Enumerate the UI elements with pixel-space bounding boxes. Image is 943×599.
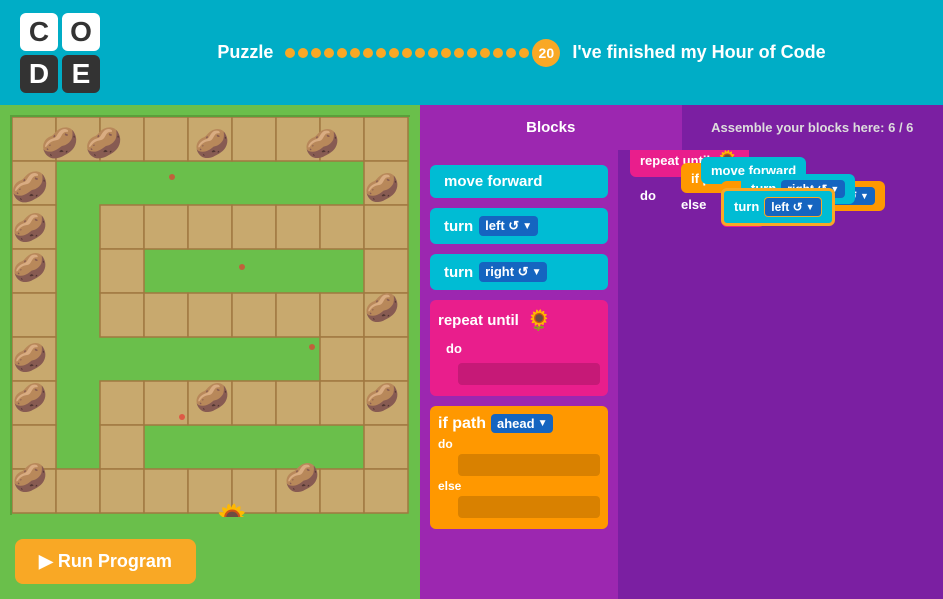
block-turn-right[interactable]: turn right ↺ ▼ — [430, 254, 608, 290]
block-slot — [458, 363, 600, 385]
asm-turn-left-block[interactable]: turn left ↺ ▼ — [721, 188, 835, 226]
logo-c: C — [20, 13, 58, 51]
asm-left-dropdown[interactable]: left ↺ ▼ — [764, 197, 821, 217]
if-do-label: do — [438, 437, 600, 451]
svg-text:🥔: 🥔 — [365, 381, 400, 414]
svg-text:🥔: 🥔 — [365, 291, 400, 324]
tab-assemble[interactable]: Assemble your blocks here: 6 / 6 — [682, 105, 943, 150]
asm-do-label: do — [640, 188, 675, 203]
run-program-button[interactable]: ▶ Run Program — [15, 539, 196, 584]
blocks-tabs: Blocks Assemble your blocks here: 6 / 6 — [420, 105, 943, 150]
svg-text:🌻: 🌻 — [212, 503, 252, 517]
svg-text:🥔: 🥔 — [365, 171, 400, 204]
block-turn-left[interactable]: turn left ↺ ▼ — [430, 208, 608, 244]
assembly-area: repeat until 🌻 do if path ahead — [620, 150, 943, 599]
block-move-forward[interactable]: move forward — [430, 165, 608, 198]
block-if-path[interactable]: if path ahead ▼ do else — [430, 406, 608, 529]
dropdown-arrow2: ▼ — [532, 267, 542, 278]
puzzle-dots: 20 — [285, 39, 560, 67]
if-slot — [458, 454, 600, 476]
svg-text:🥔: 🥔 — [195, 127, 230, 160]
logo-e: E — [62, 55, 100, 93]
palette: move forward turn left ↺ ▼ turn right ↺ … — [420, 150, 620, 599]
puzzle-bar: Puzzle 20 I've finished my Hour of Code — [120, 39, 923, 67]
tab-blocks[interactable]: Blocks — [420, 105, 682, 150]
svg-text:🥔: 🥔 — [13, 211, 48, 244]
else-slot — [458, 496, 600, 518]
svg-text:🥔: 🥔 — [305, 127, 340, 160]
main-content: 🥔 🥔 🥔 🥔 🥔 🥔 🥔 🥔 🥔 🥔 🥔 🥔 🥔 🥔 🥔 🌻 � — [0, 105, 943, 599]
maze-container: 🥔 🥔 🥔 🥔 🥔 🥔 🥔 🥔 🥔 🥔 🥔 🥔 🥔 🥔 🥔 🌻 � — [10, 115, 410, 515]
svg-text:🥔: 🥔 — [85, 125, 122, 160]
assembly-inner: repeat until 🌻 do if path ahead — [630, 160, 933, 227]
svg-text:🥔: 🥔 — [195, 381, 230, 414]
logo-o: O — [62, 13, 100, 51]
block-repeat-until[interactable]: repeat until 🌻 do — [430, 300, 608, 396]
logo-d: D — [20, 55, 58, 93]
svg-text:🥔: 🥔 — [13, 251, 48, 284]
dropdown-arrow7: ▼ — [806, 202, 815, 212]
game-area: 🥔 🥔 🥔 🥔 🥔 🥔 🥔 🥔 🥔 🥔 🥔 🥔 🥔 🥔 🥔 🌻 � — [0, 105, 420, 599]
repeat-until-header: repeat until 🌻 — [438, 308, 600, 333]
finished-text: I've finished my Hour of Code — [572, 42, 825, 63]
dropdown-arrow3: ▼ — [538, 418, 548, 429]
blocks-content: move forward turn left ↺ ▼ turn right ↺ … — [420, 150, 943, 599]
svg-text:🥔: 🥔 — [285, 461, 320, 494]
blocks-panel: Blocks Assemble your blocks here: 6 / 6 … — [420, 105, 943, 599]
turn-left-dropdown[interactable]: left ↺ ▼ — [479, 216, 538, 236]
header: C O D E Puzzle 20 I've finished my Hour … — [0, 0, 943, 105]
if-else-label: else — [438, 479, 600, 493]
dropdown-arrow: ▼ — [522, 221, 532, 232]
dropdown-arrow5: ▼ — [860, 191, 869, 201]
sunflower-icon: 🌻 — [527, 308, 552, 333]
asm-else-label: else — [681, 197, 716, 212]
maze-svg: 🥔 🥔 🥔 🥔 🥔 🥔 🥔 🥔 🥔 🥔 🥔 🥔 🥔 🥔 🥔 🌻 � — [12, 117, 412, 517]
svg-text:🥔: 🥔 — [13, 381, 48, 414]
svg-text:🥔: 🥔 — [12, 169, 49, 204]
ahead-dropdown[interactable]: ahead ▼ — [491, 414, 553, 433]
do-label: do — [438, 337, 600, 360]
svg-text:🥔: 🥔 — [13, 341, 48, 374]
svg-text:🥔: 🥔 — [13, 461, 48, 494]
puzzle-label: Puzzle — [217, 42, 273, 63]
logo: C O D E — [20, 13, 100, 93]
turn-right-dropdown[interactable]: right ↺ ▼ — [479, 262, 547, 282]
svg-text:🥔: 🥔 — [41, 125, 78, 160]
